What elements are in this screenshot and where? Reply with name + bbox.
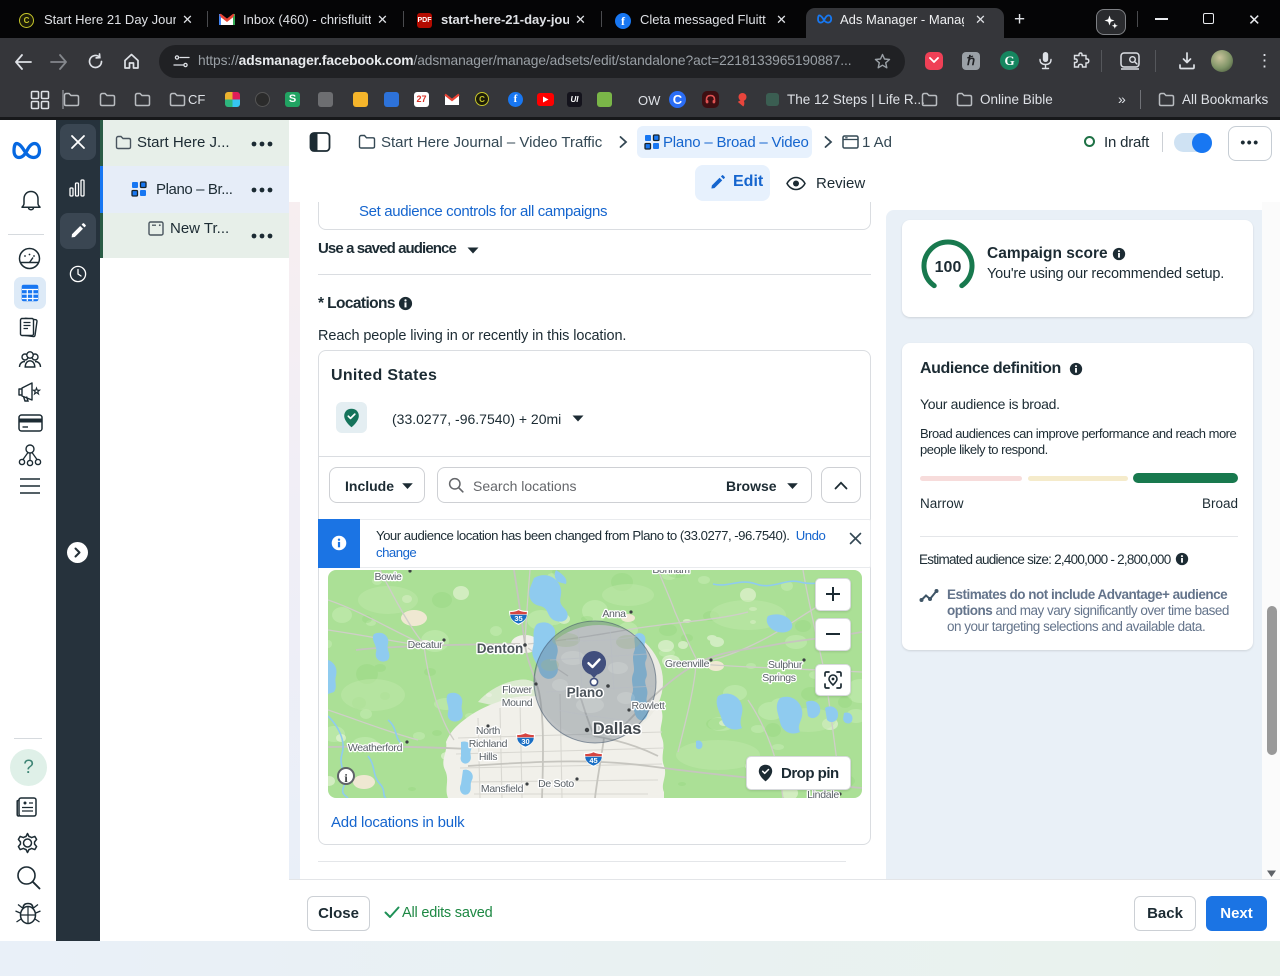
svg-text:Rowlett: Rowlett (632, 700, 665, 712)
svg-text:North: North (476, 725, 501, 737)
svg-text:Springs: Springs (762, 672, 796, 684)
svg-text:Flower: Flower (502, 684, 533, 696)
svg-text:Bonham: Bonham (652, 570, 690, 576)
svg-text:Anna: Anna (602, 608, 626, 620)
svg-text:Richland: Richland (469, 738, 508, 750)
svg-text:Mansfield: Mansfield (481, 783, 524, 795)
svg-text:Denton: Denton (477, 641, 524, 656)
svg-text:35: 35 (514, 614, 522, 623)
svg-text:30: 30 (521, 737, 529, 746)
svg-text:Bowie: Bowie (374, 571, 402, 583)
svg-text:Decatur: Decatur (408, 639, 443, 651)
svg-text:Lindale: Lindale (807, 789, 839, 798)
svg-text:45: 45 (589, 756, 597, 765)
svg-text:Sulphur: Sulphur (768, 659, 803, 671)
svg-text:Greenville: Greenville (665, 658, 710, 670)
svg-text:100: 100 (935, 259, 962, 276)
svg-text:Plano: Plano (567, 685, 604, 700)
svg-text:Weatherford: Weatherford (348, 742, 403, 754)
svg-text:De Soto: De Soto (538, 778, 574, 790)
svg-text:Mound: Mound (502, 697, 533, 709)
svg-text:Hills: Hills (479, 751, 497, 763)
svg-text:Dallas: Dallas (593, 720, 642, 738)
